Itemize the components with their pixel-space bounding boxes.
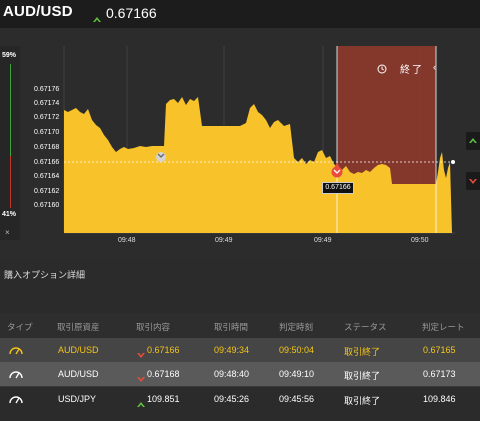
gauge-icon <box>8 343 24 362</box>
entry-rate-cell: 0.67166 <box>147 345 180 355</box>
trade-time-cell: 09:49:34 <box>214 345 250 355</box>
column-header: 取引時間 <box>214 322 249 332</box>
expiry-time-cell: 09:45:56 <box>279 394 315 404</box>
current-rate: 0.67166 <box>106 5 157 21</box>
result-rate-cell: 0.67165 <box>423 345 456 355</box>
price-tag: 0.67166 <box>322 182 354 194</box>
asset-cell: AUD/USD <box>58 345 99 355</box>
table-row[interactable]: AUD/USD 0.67166 09:49:34 09:50:04 取引終了 0… <box>0 338 480 362</box>
closed-label: 終了 <box>400 65 424 76</box>
gauge-icon <box>8 392 24 411</box>
column-header: 取引原資産 <box>57 322 100 332</box>
purchase-table: タイプ 取引原資産 取引内容 取引時間 判定時刻 ステータス 判定レート AUD… <box>0 313 480 410</box>
y-tick-label: 0.67176 <box>34 86 60 93</box>
result-rate-cell: 0.67173 <box>423 369 456 379</box>
table-row[interactable]: AUD/USD 0.67168 09:48:40 09:49:10 取引終了 0… <box>0 362 480 386</box>
x-tick-label: 09:49 <box>215 237 233 244</box>
header-bar: AUD/USD 0.67166 <box>0 0 480 28</box>
asset-cell: USD/JPY <box>58 394 97 404</box>
column-header: 判定時刻 <box>279 322 314 332</box>
x-tick-label: 09:49 <box>314 237 332 244</box>
price-line-end-dot <box>451 160 455 164</box>
x-tick-label: 09:50 <box>411 237 429 244</box>
asset-cell: AUD/USD <box>58 369 99 379</box>
status-cell: 取引終了 <box>344 371 381 381</box>
trade-time-cell: 09:45:26 <box>214 394 250 404</box>
column-header: ステータス <box>344 322 387 332</box>
table-row[interactable]: USD/JPY 109.851 09:45:26 09:45:56 取引終了 1… <box>0 386 480 410</box>
y-tick-label: 0.67164 <box>34 173 60 180</box>
entry-rate-cell: 0.67168 <box>147 369 180 379</box>
column-header: タイプ <box>7 322 33 332</box>
column-header: 取引内容 <box>136 322 171 332</box>
table-header: タイプ 取引原資産 取引内容 取引時間 判定時刻 ステータス 判定レート <box>0 313 480 338</box>
x-tick-label: 09:48 <box>118 237 136 244</box>
old-trade-marker <box>156 152 166 162</box>
up-arrow-icon <box>137 395 145 413</box>
currency-pair-title: AUD/USD <box>3 3 73 20</box>
y-tick-label: 0.67174 <box>34 100 60 107</box>
y-tick-label: 0.67170 <box>34 129 60 136</box>
chevron-left-icon[interactable]: ‹ <box>433 62 436 72</box>
y-tick-label: 0.67172 <box>34 114 60 121</box>
y-tick-label: 0.67160 <box>34 202 60 209</box>
expiry-time-cell: 09:49:10 <box>279 369 315 379</box>
y-tick-label: 0.67168 <box>34 144 60 151</box>
high-button[interactable] <box>466 132 480 150</box>
purchase-details-title: 購入オプション詳細 <box>4 270 86 280</box>
y-tick-label: 0.67162 <box>34 188 60 195</box>
status-cell: 取引終了 <box>344 396 381 406</box>
result-rate-cell: 109.846 <box>423 394 456 404</box>
entry-rate-cell: 109.851 <box>147 394 180 404</box>
y-tick-label: 0.67166 <box>34 159 60 166</box>
up-arrow-icon <box>92 10 102 28</box>
trade-time-cell: 09:48:40 <box>214 369 250 379</box>
column-header: 判定レート <box>422 322 465 332</box>
status-cell: 取引終了 <box>344 347 381 357</box>
low-button[interactable] <box>466 172 480 190</box>
clock-icon <box>377 61 387 79</box>
trading-screen: AUD/USD 0.67166 59% 41% × 0.67176 0.6717… <box>0 0 480 421</box>
expiry-time-cell: 09:50:04 <box>279 345 315 355</box>
gauge-icon <box>8 367 24 386</box>
